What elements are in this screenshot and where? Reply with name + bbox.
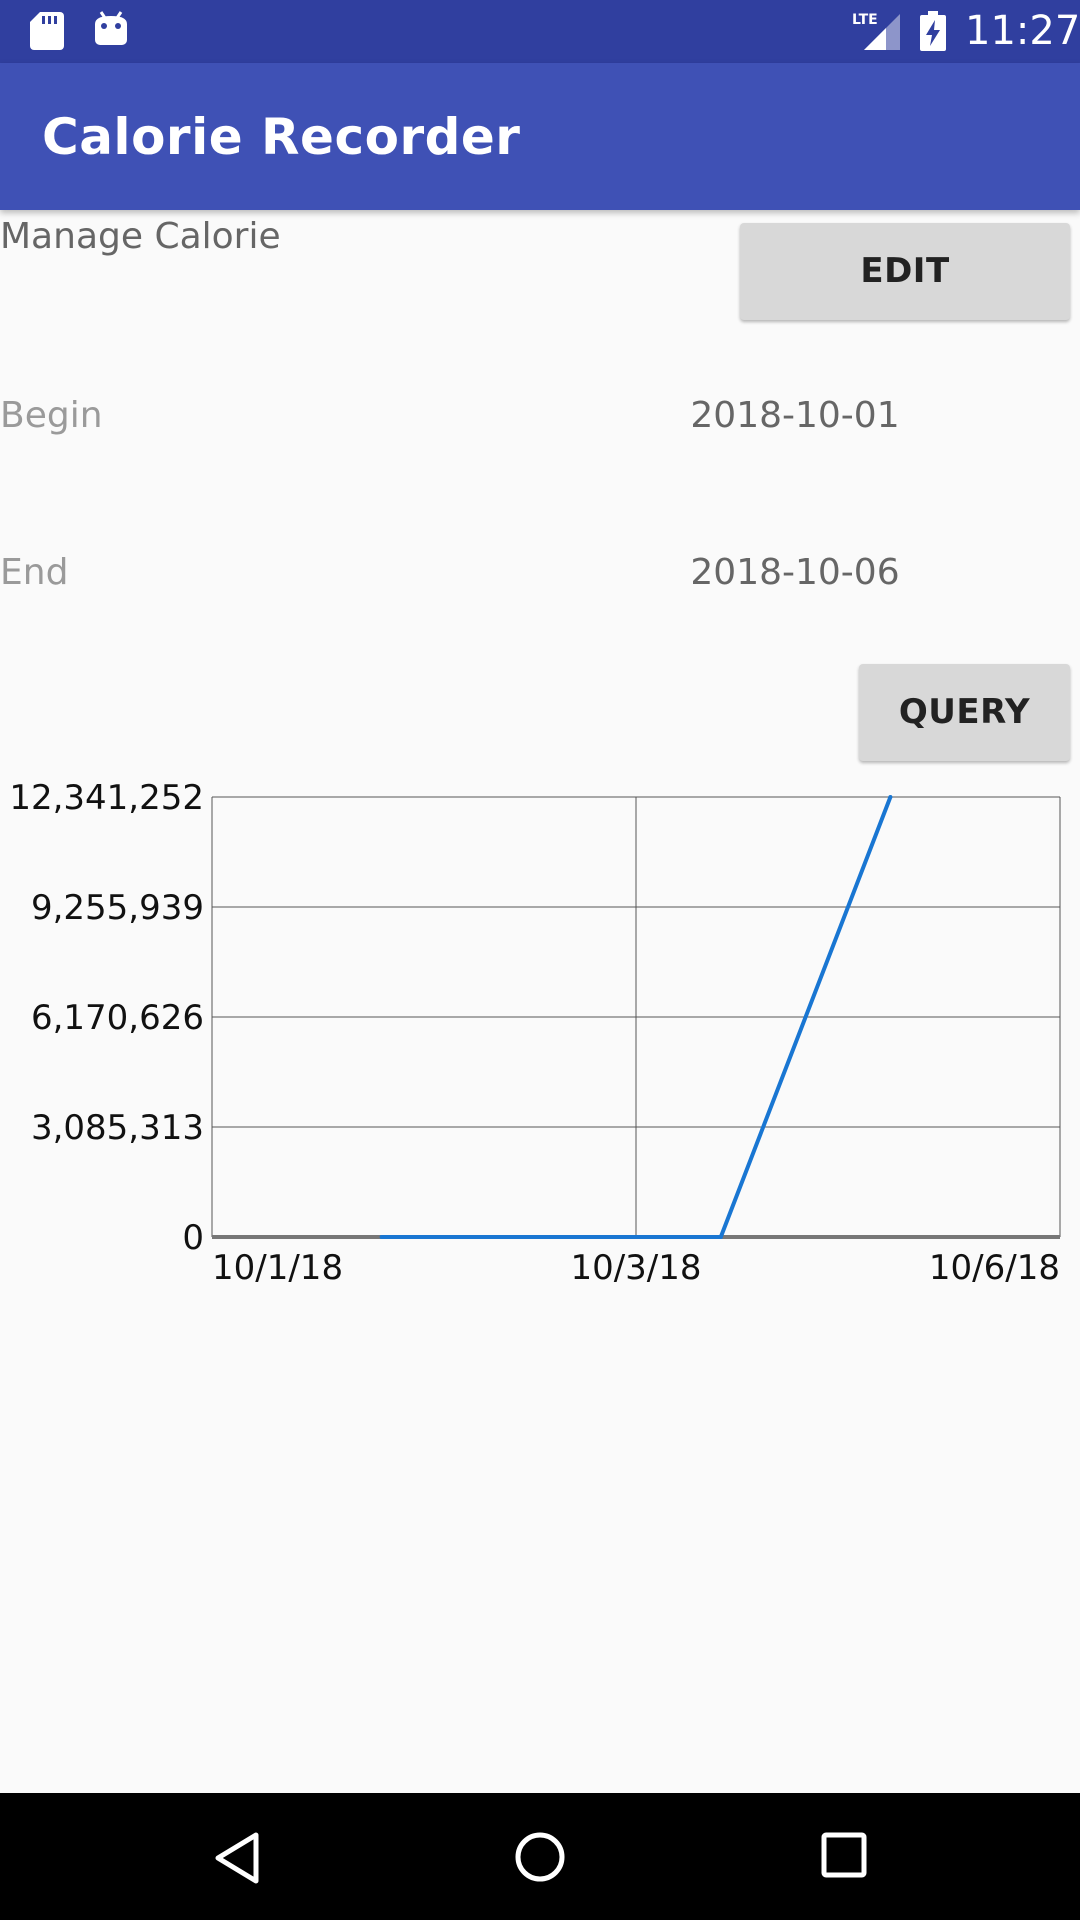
home-icon[interactable] bbox=[514, 1831, 566, 1883]
edit-button[interactable]: EDIT bbox=[740, 223, 1070, 320]
status-bar: LTE 11:27 bbox=[0, 0, 1080, 63]
status-clock: 11:27 bbox=[965, 8, 1080, 54]
begin-label: Begin bbox=[0, 395, 103, 436]
x-tick-labels: 10/1/18 10/3/18 10/6/18 bbox=[212, 1248, 1060, 1288]
app-title: Calorie Recorder bbox=[42, 108, 521, 166]
chart-grid bbox=[211, 796, 1061, 1237]
data-point bbox=[549, 1235, 554, 1239]
x-tick-label: 10/1/18 bbox=[212, 1248, 343, 1288]
back-icon[interactable] bbox=[212, 1831, 262, 1885]
end-date-field[interactable]: 2018-10-06 bbox=[680, 550, 910, 596]
y-tick-label: 9,255,939 bbox=[31, 888, 204, 928]
x-tick-label: 10/3/18 bbox=[570, 1248, 701, 1288]
y-tick-label: 12,341,252 bbox=[9, 778, 204, 818]
app-bar: Calorie Recorder bbox=[0, 63, 1080, 210]
y-tick-labels: 0 3,085,313 6,170,626 9,255,939 12,341,252 bbox=[9, 778, 204, 1258]
data-point bbox=[379, 1235, 384, 1239]
sd-card-icon bbox=[30, 12, 64, 50]
data-point bbox=[718, 1235, 723, 1239]
calorie-line-chart: 0 3,085,313 6,170,626 9,255,939 12,341,252 1… bbox=[9, 778, 1061, 1288]
lte-text: LTE bbox=[852, 12, 878, 28]
manage-calorie-label: Manage Calorie bbox=[0, 216, 281, 257]
data-point bbox=[888, 795, 893, 799]
y-tick-label: 6,170,626 bbox=[31, 998, 204, 1038]
y-tick-label: 3,085,313 bbox=[31, 1108, 204, 1148]
recents-icon[interactable] bbox=[820, 1831, 868, 1879]
x-tick-label: 10/6/18 bbox=[929, 1248, 1060, 1288]
y-tick-label: 0 bbox=[182, 1218, 204, 1258]
query-button[interactable]: QUERY bbox=[859, 664, 1070, 761]
navigation-bar bbox=[0, 1793, 1080, 1920]
begin-date-field[interactable]: 2018-10-01 bbox=[680, 393, 910, 439]
battery-charging-icon bbox=[920, 11, 946, 51]
lte-signal-icon: LTE bbox=[852, 12, 900, 50]
end-label: End bbox=[0, 552, 69, 593]
android-icon bbox=[95, 11, 127, 45]
